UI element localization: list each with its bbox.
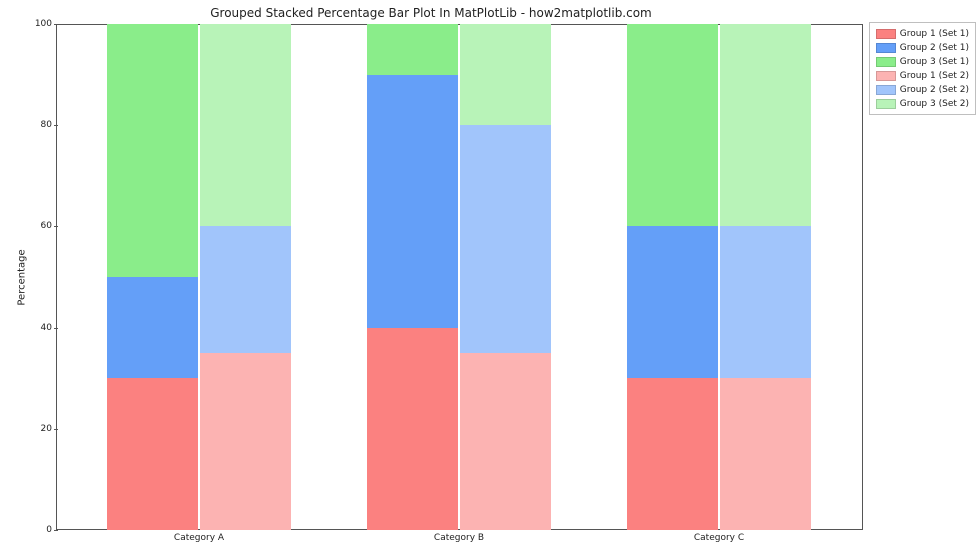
stacked-bar bbox=[460, 24, 551, 530]
chart-figure: Grouped Stacked Percentage Bar Plot In M… bbox=[0, 0, 980, 560]
legend-swatch bbox=[876, 29, 896, 39]
stacked-bar bbox=[367, 24, 458, 530]
stacked-bar bbox=[627, 24, 718, 530]
legend-swatch bbox=[876, 85, 896, 95]
x-tick: Category B bbox=[434, 533, 484, 543]
y-tick: 40 bbox=[24, 323, 52, 333]
bar-segment bbox=[200, 226, 291, 353]
legend: Group 1 (Set 1) Group 2 (Set 1) Group 3 (S… bbox=[869, 22, 976, 115]
bar-segment bbox=[367, 24, 458, 75]
y-tick: 80 bbox=[24, 120, 52, 130]
bar-segment bbox=[627, 24, 718, 226]
bar-segment bbox=[627, 226, 718, 378]
legend-item: Group 2 (Set 2) bbox=[876, 83, 969, 97]
y-tick: 0 bbox=[24, 525, 52, 535]
legend-label: Group 1 (Set 2) bbox=[900, 71, 969, 81]
stacked-bar bbox=[107, 24, 198, 530]
y-tick: 20 bbox=[24, 424, 52, 434]
bar-segment bbox=[460, 24, 551, 125]
legend-item: Group 1 (Set 1) bbox=[876, 27, 969, 41]
bar-segment bbox=[460, 125, 551, 353]
y-axis-label: Percentage bbox=[14, 24, 30, 530]
bar-segment bbox=[367, 75, 458, 328]
x-tick: Category A bbox=[174, 533, 224, 543]
legend-label: Group 3 (Set 1) bbox=[900, 57, 969, 67]
bar-segment bbox=[107, 277, 198, 378]
bar-segment bbox=[460, 353, 551, 530]
legend-swatch bbox=[876, 43, 896, 53]
bar-segment bbox=[720, 226, 811, 378]
bar-segment bbox=[720, 378, 811, 530]
bar-segment bbox=[107, 378, 198, 530]
stacked-bar bbox=[200, 24, 291, 530]
y-tick: 60 bbox=[24, 221, 52, 231]
legend-label: Group 1 (Set 1) bbox=[900, 29, 969, 39]
legend-swatch bbox=[876, 57, 896, 67]
legend-item: Group 3 (Set 2) bbox=[876, 97, 969, 111]
legend-item: Group 2 (Set 1) bbox=[876, 41, 969, 55]
bar-segment bbox=[627, 378, 718, 530]
bars-container bbox=[56, 24, 862, 530]
bar-segment bbox=[720, 24, 811, 226]
legend-swatch bbox=[876, 71, 896, 81]
legend-label: Group 3 (Set 2) bbox=[900, 99, 969, 109]
chart-title: Grouped Stacked Percentage Bar Plot In M… bbox=[0, 6, 862, 20]
bar-segment bbox=[107, 24, 198, 277]
legend-label: Group 2 (Set 2) bbox=[900, 85, 969, 95]
legend-swatch bbox=[876, 99, 896, 109]
bar-segment bbox=[367, 328, 458, 530]
x-tick: Category C bbox=[694, 533, 744, 543]
legend-item: Group 1 (Set 2) bbox=[876, 69, 969, 83]
bar-segment bbox=[200, 353, 291, 530]
stacked-bar bbox=[720, 24, 811, 530]
y-tick: 100 bbox=[24, 19, 52, 29]
bar-segment bbox=[200, 24, 291, 226]
legend-item: Group 3 (Set 1) bbox=[876, 55, 969, 69]
legend-label: Group 2 (Set 1) bbox=[900, 43, 969, 53]
